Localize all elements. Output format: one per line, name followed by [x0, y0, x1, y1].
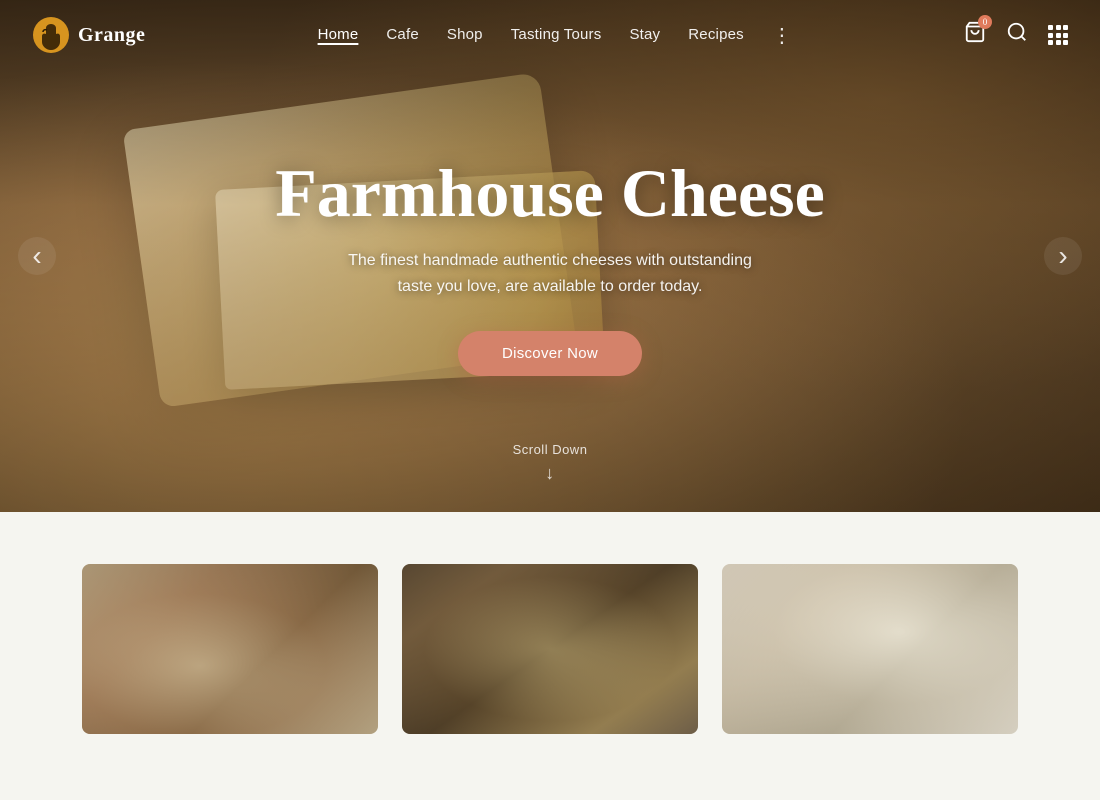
nav-actions: 0	[964, 21, 1068, 49]
scroll-down[interactable]: Scroll Down ↓	[513, 442, 588, 484]
nav-item-home[interactable]: Home	[318, 26, 359, 44]
logo-icon	[32, 16, 70, 54]
nav-link-home[interactable]: Home	[318, 26, 359, 43]
logo-text: Grange	[78, 24, 145, 47]
cart-icon[interactable]: 0	[964, 21, 986, 49]
discover-now-button[interactable]: Discover Now	[458, 331, 642, 376]
product-card-2[interactable]	[402, 564, 698, 734]
prev-arrow[interactable]: ‹	[18, 237, 56, 275]
nav-more-button[interactable]: ⋮	[772, 23, 792, 48]
nav-link-cafe[interactable]: Cafe	[386, 26, 419, 43]
next-arrow[interactable]: ›	[1044, 237, 1082, 275]
nav-links: Home Cafe Shop Tasting Tours Stay Recipe…	[318, 23, 792, 48]
hero-section: ‹ › Farmhouse Cheese The finest handmade…	[0, 0, 1100, 512]
product-card-1[interactable]	[82, 564, 378, 734]
nav-item-recipes[interactable]: Recipes	[688, 26, 744, 44]
nav-item-shop[interactable]: Shop	[447, 26, 483, 44]
product-cards-section	[0, 512, 1100, 734]
next-arrow-icon: ›	[1058, 240, 1067, 272]
nav-link-tasting-tours[interactable]: Tasting Tours	[511, 26, 602, 43]
cart-badge: 0	[978, 15, 992, 29]
grid-menu-icon[interactable]	[1048, 25, 1068, 45]
product-card-3[interactable]	[722, 564, 1018, 734]
hero-content: Farmhouse Cheese The finest handmade aut…	[0, 0, 1100, 512]
hero-subtitle: The finest handmade authentic cheeses wi…	[340, 248, 760, 299]
nav-link-shop[interactable]: Shop	[447, 26, 483, 43]
nav-item-stay[interactable]: Stay	[629, 26, 660, 44]
prev-arrow-icon: ‹	[32, 240, 41, 272]
hero-title: Farmhouse Cheese	[275, 156, 825, 231]
scroll-down-arrow: ↓	[545, 463, 555, 484]
nav-link-stay[interactable]: Stay	[629, 26, 660, 43]
logo[interactable]: Grange	[32, 16, 145, 54]
search-icon[interactable]	[1006, 21, 1028, 49]
nav-link-recipes[interactable]: Recipes	[688, 26, 744, 43]
nav-item-cafe[interactable]: Cafe	[386, 26, 419, 44]
nav-item-tasting-tours[interactable]: Tasting Tours	[511, 26, 602, 44]
scroll-down-label: Scroll Down	[513, 442, 588, 457]
navbar: Grange Home Cafe Shop Tasting Tours Stay…	[0, 0, 1100, 70]
